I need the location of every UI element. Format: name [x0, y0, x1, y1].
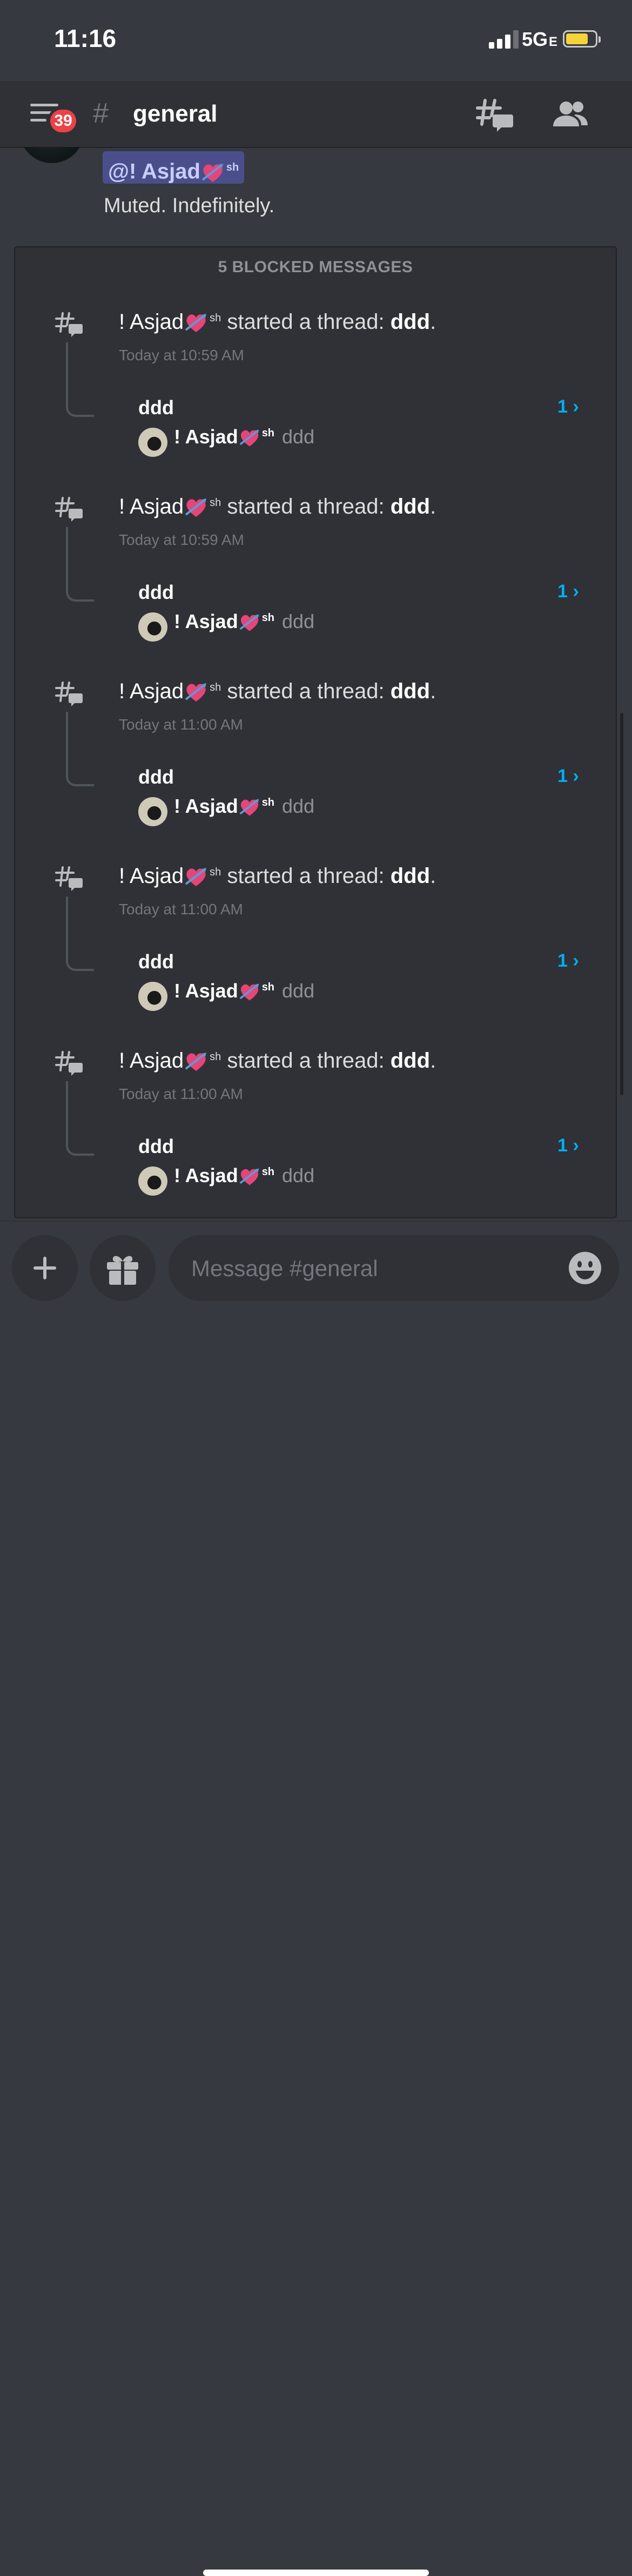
- thread-reply-count[interactable]: 1 ›: [557, 396, 579, 417]
- message-input-container: [169, 1235, 619, 1301]
- attach-button[interactable]: [12, 1235, 78, 1301]
- sparkling-heart-emoji-icon: [185, 498, 207, 517]
- avatar: [138, 612, 167, 642]
- signal-icon: [489, 30, 519, 49]
- thread-icon: [55, 497, 83, 522]
- thread-last-reply[interactable]: ! Asjad sh ddd: [174, 980, 314, 1003]
- battery-icon: [563, 30, 601, 48]
- gift-icon: [107, 1256, 138, 1285]
- thread-started-text: ! Asjad sh started a thread: ddd.: [119, 864, 436, 889]
- avatar[interactable]: [19, 147, 84, 163]
- sparkling-heart-emoji-icon: [185, 868, 207, 887]
- status-time: 11:16: [54, 24, 117, 52]
- gift-button[interactable]: [90, 1235, 156, 1301]
- thread-connector: [66, 1081, 94, 1156]
- thread-started-text: ! Asjad sh started a thread: ddd.: [119, 495, 436, 520]
- avatar: [138, 428, 167, 457]
- blocked-messages-group: 5 BLOCKED MESSAGES ! Asjad sh started a t…: [14, 246, 617, 1218]
- thread-connector: [66, 527, 94, 602]
- channel-title[interactable]: general: [133, 100, 218, 127]
- channel-header: 39 # general: [0, 81, 632, 148]
- thread-reply-count[interactable]: 1 ›: [557, 766, 579, 787]
- thread-name[interactable]: ddd: [138, 950, 174, 973]
- thread-started-message: ! Asjad sh started a thread: ddd. Today a…: [15, 485, 616, 669]
- members-icon[interactable]: [551, 99, 590, 130]
- thread-last-reply[interactable]: ! Asjad sh ddd: [174, 795, 314, 819]
- thread-icon: [55, 682, 83, 706]
- thread-reply-count[interactable]: 1 ›: [557, 581, 579, 602]
- network-label: 5GE: [522, 28, 558, 50]
- sparkling-heart-emoji-icon: [185, 1053, 207, 1071]
- status-bar: 11:16 5GE: [0, 0, 632, 81]
- sparkling-heart-emoji-icon: [239, 1168, 259, 1186]
- avatar: [138, 1166, 167, 1196]
- thread-started-message: ! Asjad sh started a thread: ddd. Today a…: [15, 1039, 616, 1220]
- thread-connector: [66, 342, 94, 417]
- thread-connector: [66, 712, 94, 786]
- sparkling-heart-emoji-icon: [185, 314, 207, 333]
- thread-started-text: ! Asjad sh started a thread: ddd.: [119, 679, 436, 705]
- thread-started-text: ! Asjad sh started a thread: ddd.: [119, 1049, 436, 1074]
- sparkling-heart-emoji-icon: [239, 983, 259, 1001]
- scrollbar[interactable]: [620, 713, 623, 1095]
- avatar: [138, 797, 167, 826]
- emoji-icon[interactable]: [567, 1250, 603, 1286]
- thread-reply-count[interactable]: 1 ›: [557, 1135, 579, 1156]
- thread-icon: [55, 312, 83, 337]
- message-list[interactable]: @! Asjad sh Muted. Indefinitely. 5 BLOCKE…: [0, 147, 632, 1220]
- thread-icon: [55, 866, 83, 891]
- threads-icon[interactable]: [475, 97, 513, 132]
- message-text: Muted. Indefinitely.: [104, 194, 275, 217]
- blocked-messages-label[interactable]: 5 BLOCKED MESSAGES: [15, 258, 616, 277]
- avatar: [138, 982, 167, 1011]
- message-input[interactable]: [190, 1250, 538, 1287]
- user-mention[interactable]: @! Asjad sh: [103, 151, 245, 184]
- thread-last-reply[interactable]: ! Asjad sh ddd: [174, 610, 314, 634]
- thread-last-reply[interactable]: ! Asjad sh ddd: [174, 1164, 314, 1188]
- sparkling-heart-emoji-icon: [239, 799, 259, 817]
- sparkling-heart-emoji-icon: [239, 614, 259, 632]
- thread-name[interactable]: ddd: [138, 396, 174, 419]
- thread-connector: [66, 896, 94, 971]
- timestamp: Today at 11:00 AM: [119, 716, 243, 733]
- channel-hash-icon: #: [93, 98, 109, 129]
- thread-started-message: ! Asjad sh started a thread: ddd. Today a…: [15, 300, 616, 484]
- notification-badge: 39: [48, 107, 79, 135]
- plus-icon: [33, 1257, 56, 1279]
- timestamp: Today at 11:00 AM: [119, 1085, 243, 1102]
- thread-last-reply[interactable]: ! Asjad sh ddd: [174, 426, 314, 449]
- timestamp: Today at 10:59 AM: [119, 347, 244, 363]
- thread-started-text: ! Asjad sh started a thread: ddd.: [119, 310, 436, 335]
- thread-started-message: ! Asjad sh started a thread: ddd. Today a…: [15, 670, 616, 853]
- thread-started-message: ! Asjad sh started a thread: ddd. Today a…: [15, 854, 616, 1038]
- sparkling-heart-emoji-icon: [239, 429, 259, 447]
- thread-reply-count[interactable]: 1 ›: [557, 950, 579, 972]
- timestamp: Today at 11:00 AM: [119, 901, 243, 918]
- thread-icon: [55, 1051, 83, 1076]
- thread-name[interactable]: ddd: [138, 581, 174, 604]
- timestamp: Today at 10:59 AM: [119, 531, 244, 548]
- sparkling-heart-emoji-icon: [185, 683, 207, 702]
- thread-name[interactable]: ddd: [138, 766, 174, 788]
- message-composer: [0, 1220, 632, 2576]
- home-indicator: [203, 2570, 429, 2576]
- thread-name[interactable]: ddd: [138, 1135, 174, 1158]
- sparkling-heart-emoji-icon: [201, 163, 223, 182]
